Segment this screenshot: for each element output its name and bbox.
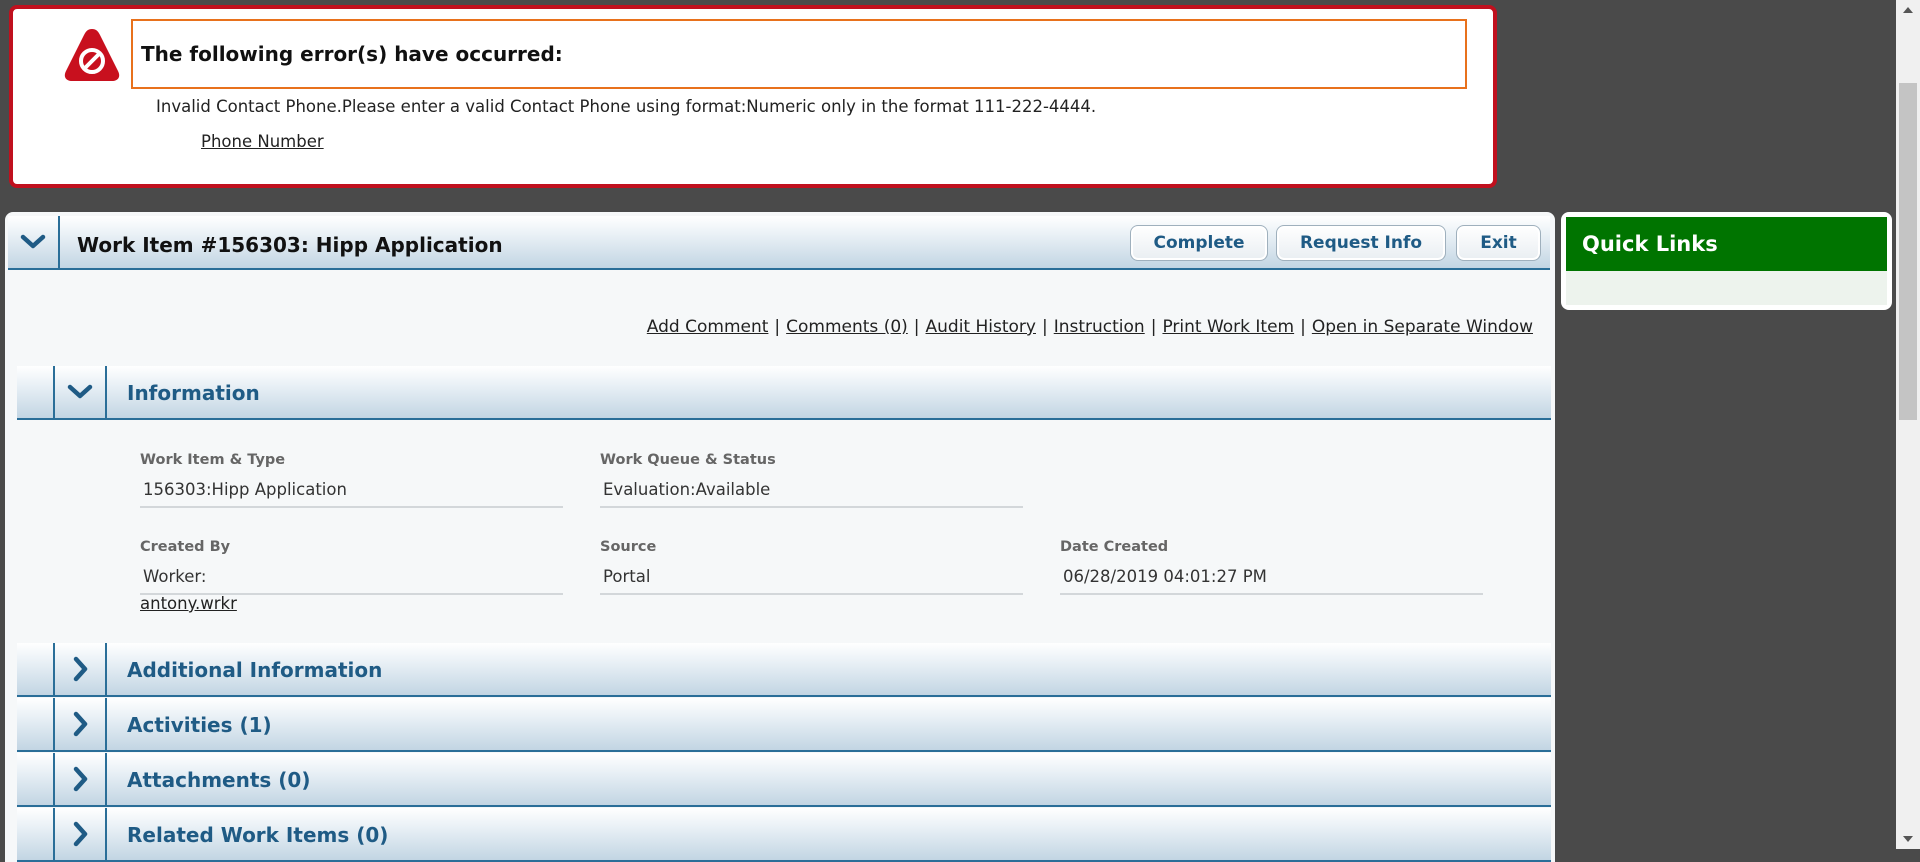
error-panel: The following error(s) have occurred: In… — [9, 5, 1497, 188]
date-created-value: 06/28/2019 04:01:27 PM — [1060, 565, 1483, 595]
created-by-user-link[interactable]: antony.wrkr — [140, 594, 237, 613]
work-item-type-value: 156303:Hipp Application — [140, 478, 563, 508]
created-by-value: Worker: — [140, 565, 563, 595]
source-label: Source — [600, 539, 657, 555]
arrow-up-icon — [1903, 7, 1913, 13]
scrollbar-thumb[interactable] — [1899, 83, 1917, 420]
action-links: Add Comment | Comments (0) | Audit History | I… — [647, 317, 1533, 337]
work-item-type-label: Work Item & Type — [140, 452, 286, 468]
chevron-down-icon — [20, 234, 46, 249]
section-label: Related Work Items (0) — [127, 823, 389, 847]
created-by-label: Created By — [140, 539, 231, 555]
link-separator: | — [774, 317, 781, 337]
chevron-right-icon — [73, 711, 88, 737]
work-item-panel: Work Item #156303: Hipp Application Comp… — [5, 212, 1555, 862]
quick-links-panel: Quick Links — [1561, 212, 1892, 310]
vertical-scrollbar[interactable] — [1896, 0, 1920, 849]
quick-links-title: Quick Links — [1566, 217, 1887, 271]
section-toggle[interactable] — [55, 366, 107, 418]
date-created-label: Date Created — [1060, 539, 1169, 555]
chevron-down-icon — [67, 384, 93, 399]
collapse-panel-toggle[interactable] — [8, 216, 60, 268]
section-label: Information — [127, 381, 260, 405]
section-toggle[interactable] — [55, 808, 107, 860]
phone-number-error-link[interactable]: Phone Number — [201, 132, 324, 151]
scroll-up-button[interactable] — [1896, 0, 1920, 20]
link-separator: | — [1041, 317, 1048, 337]
section-information[interactable]: Information — [17, 366, 1551, 420]
print-work-item-link[interactable]: Print Work Item — [1162, 317, 1294, 337]
instruction-link[interactable]: Instruction — [1054, 317, 1145, 337]
error-message: Invalid Contact Phone.Please enter a val… — [156, 97, 1097, 116]
work-item-header: Work Item #156303: Hipp Application Comp… — [8, 216, 1550, 270]
add-comment-link[interactable]: Add Comment — [647, 317, 769, 337]
queue-status-value: Evaluation:Available — [600, 478, 1023, 508]
page-title: Work Item #156303: Hipp Application — [77, 233, 503, 257]
chevron-right-icon — [73, 821, 88, 847]
open-separate-window-link[interactable]: Open in Separate Window — [1312, 317, 1533, 337]
section-related-work-items[interactable]: Related Work Items (0) — [17, 808, 1551, 862]
section-toggle[interactable] — [55, 698, 107, 750]
exit-button[interactable]: Exit — [1456, 225, 1541, 261]
section-toggle[interactable] — [55, 643, 107, 695]
section-additional-information[interactable]: Additional Information — [17, 643, 1551, 697]
audit-history-link[interactable]: Audit History — [926, 317, 1036, 337]
section-attachments[interactable]: Attachments (0) — [17, 753, 1551, 807]
arrow-down-icon — [1903, 836, 1913, 842]
no-entry-icon — [64, 29, 120, 81]
section-activities[interactable]: Activities (1) — [17, 698, 1551, 752]
scroll-down-button[interactable] — [1896, 829, 1920, 849]
chevron-right-icon — [73, 766, 88, 792]
section-toggle[interactable] — [55, 753, 107, 805]
request-info-button[interactable]: Request Info — [1276, 225, 1446, 261]
complete-button[interactable]: Complete — [1130, 225, 1268, 261]
link-separator: | — [913, 317, 920, 337]
link-separator: | — [1300, 317, 1306, 337]
error-heading: The following error(s) have occurred: — [131, 19, 1467, 89]
quick-links-body — [1566, 271, 1887, 305]
section-label: Attachments (0) — [127, 768, 311, 792]
link-separator: | — [1150, 317, 1157, 337]
section-label: Additional Information — [127, 658, 383, 682]
chevron-right-icon — [73, 656, 88, 682]
source-value: Portal — [600, 565, 1023, 595]
comments-link[interactable]: Comments (0) — [786, 317, 908, 337]
section-label: Activities (1) — [127, 713, 272, 737]
queue-status-label: Work Queue & Status — [600, 452, 776, 468]
